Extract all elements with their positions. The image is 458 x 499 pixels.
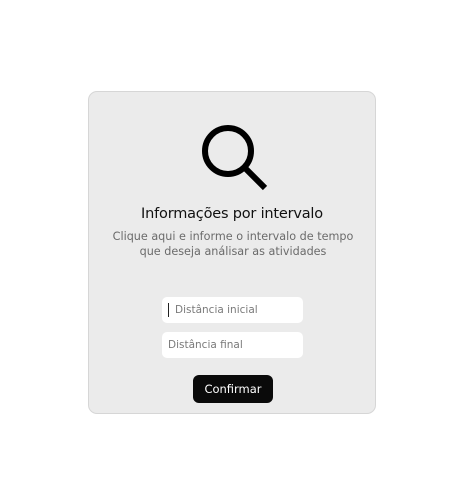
text-caret bbox=[168, 303, 169, 317]
interval-info-card: Informações por intervalo Clique aqui e … bbox=[88, 91, 376, 414]
start-distance-input[interactable] bbox=[162, 297, 303, 323]
confirm-button[interactable]: Confirmar bbox=[193, 375, 273, 403]
end-distance-input[interactable] bbox=[162, 332, 303, 358]
panel-title: Informações por intervalo bbox=[141, 206, 323, 222]
panel-subtitle[interactable]: Clique aqui e informe o intervalo de tem… bbox=[103, 229, 363, 259]
search-icon bbox=[202, 125, 268, 191]
